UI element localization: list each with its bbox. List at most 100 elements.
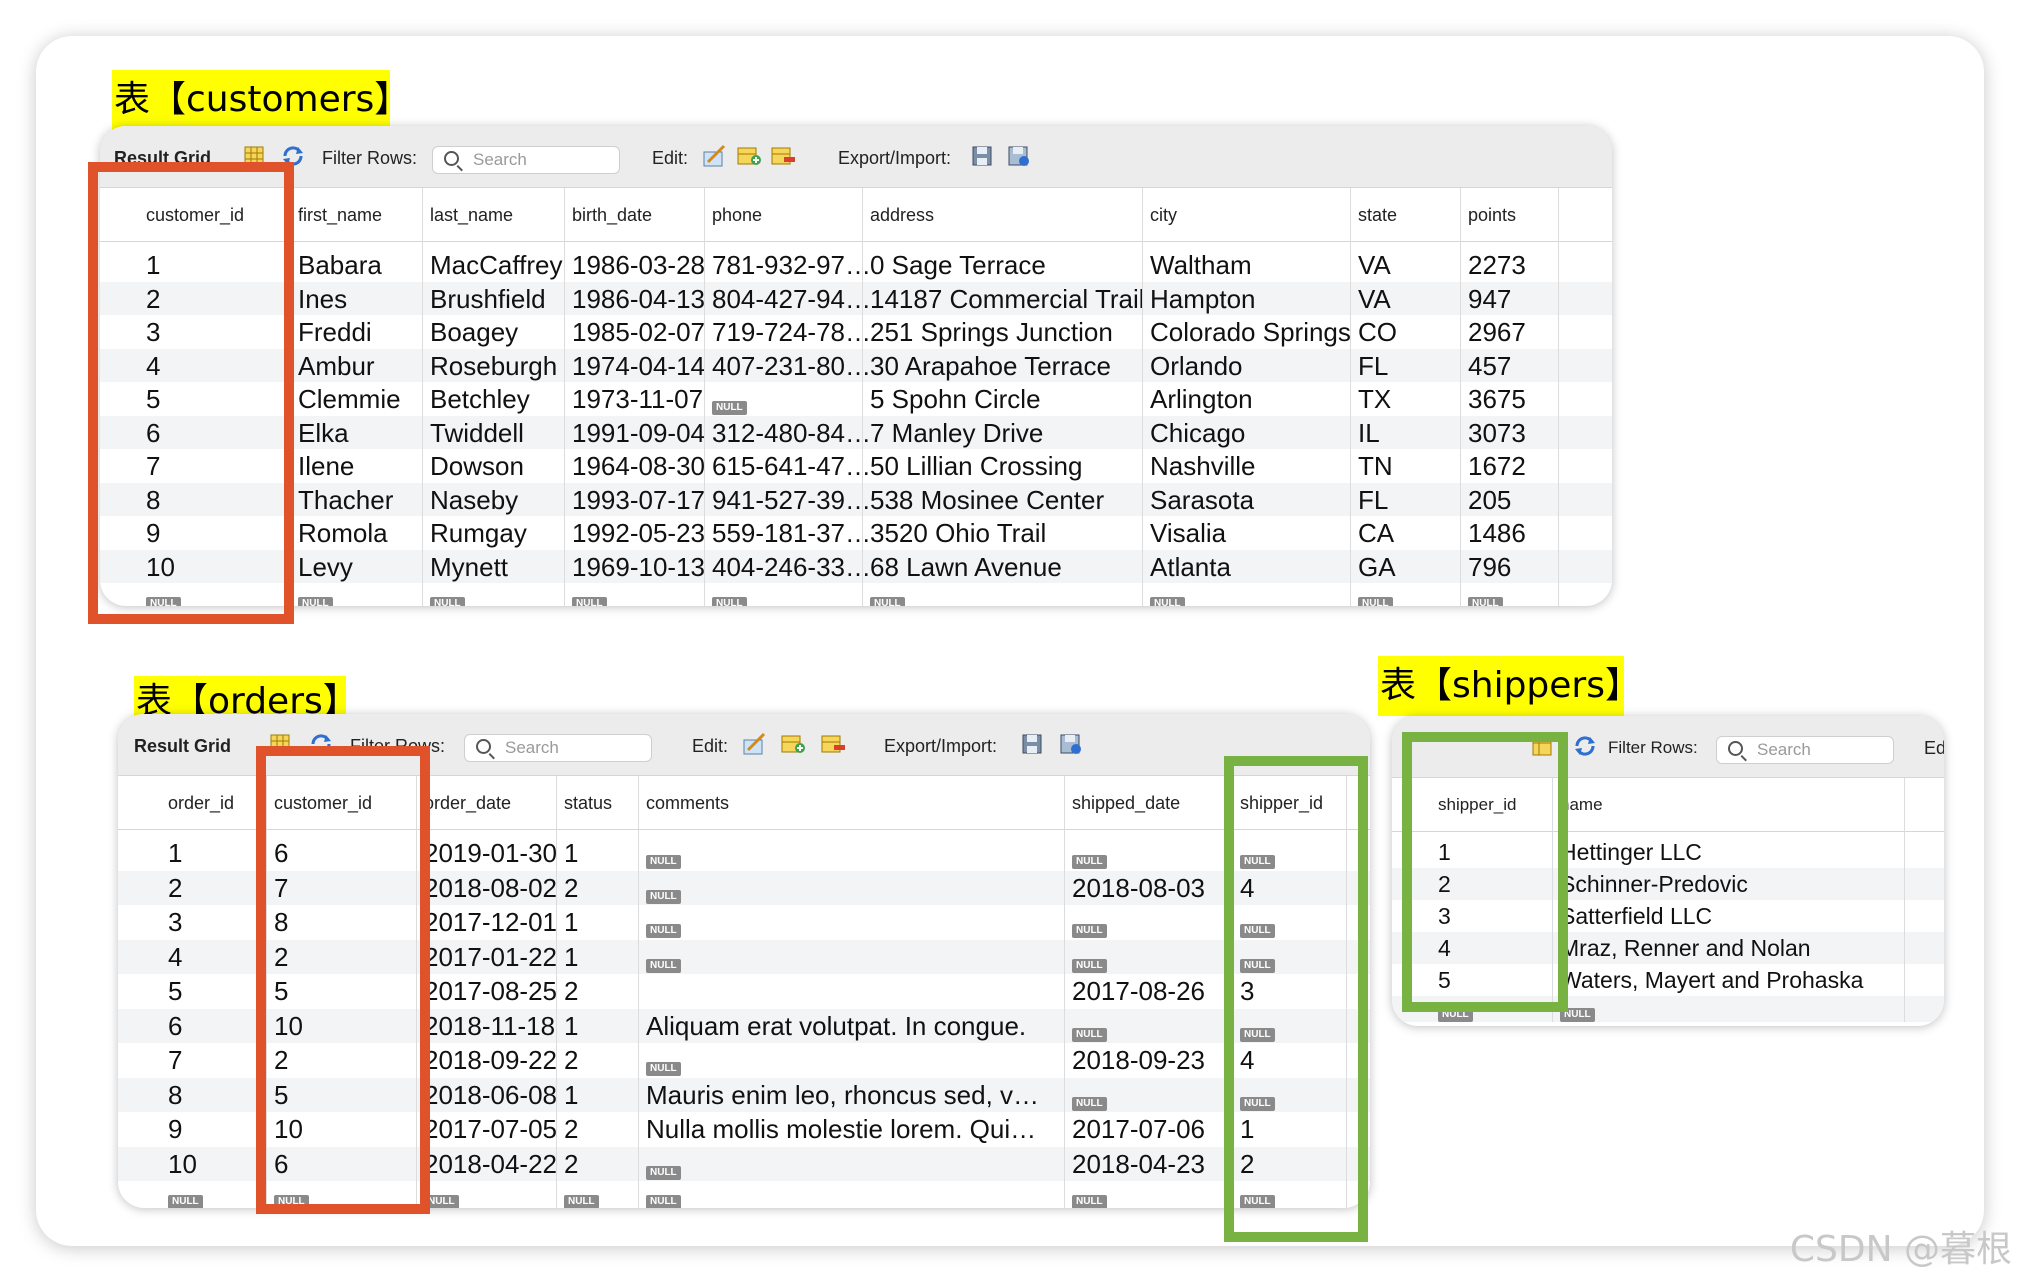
new-row-placeholder[interactable]: NULL NULL NULL NULL NULL NULL NULL NULL NULL bbox=[100, 583, 1612, 606]
column-header-shipped-date[interactable]: shipped_date bbox=[1072, 793, 1180, 814]
table-cell-phone[interactable]: 615-641-47… bbox=[712, 451, 871, 482]
table-cell-first-name[interactable]: Levy bbox=[298, 552, 353, 583]
table-cell-phone[interactable]: 804-427-94… bbox=[712, 284, 871, 315]
table-cell-status[interactable]: 2 bbox=[564, 1045, 578, 1076]
table-cell-last-name[interactable]: Brushfield bbox=[430, 284, 546, 315]
table-cell-order-date[interactable]: 2019-01-30 bbox=[424, 838, 557, 869]
table-cell-status[interactable]: 2 bbox=[564, 976, 578, 1007]
table-cell-name[interactable]: Satterfield LLC bbox=[1560, 903, 1712, 930]
table-cell-birth-date[interactable]: 1991-09-04 bbox=[572, 418, 705, 449]
table-cell-first-name[interactable]: Clemmie bbox=[298, 384, 401, 415]
table-cell-first-name[interactable]: Romola bbox=[298, 518, 388, 549]
table-cell-phone[interactable]: 559-181-37… bbox=[712, 518, 871, 549]
table-cell-birth-date[interactable]: 1993-07-17 bbox=[572, 485, 705, 516]
table-cell-first-name[interactable]: Ilene bbox=[298, 451, 354, 482]
column-header-order-date[interactable]: order_date bbox=[424, 793, 511, 814]
table-cell-phone[interactable]: 781-932-97… bbox=[712, 250, 871, 281]
table-cell-null[interactable]: NULL bbox=[430, 587, 465, 606]
table-cell-address[interactable]: 68 Lawn Avenue bbox=[870, 552, 1062, 583]
table-cell-null[interactable]: NULL bbox=[870, 587, 905, 606]
table-cell-last-name[interactable]: Rumgay bbox=[430, 518, 527, 549]
add-row-icon[interactable] bbox=[780, 732, 806, 756]
table-cell-first-name[interactable]: Babara bbox=[298, 250, 382, 281]
table-cell-last-name[interactable]: Betchley bbox=[430, 384, 530, 415]
table-cell-points[interactable]: 3073 bbox=[1468, 418, 1526, 449]
table-cell-address[interactable]: 0 Sage Terrace bbox=[870, 250, 1046, 281]
refresh-icon[interactable] bbox=[1572, 734, 1598, 758]
table-cell-state[interactable]: TN bbox=[1358, 451, 1393, 482]
table-row[interactable]: 10 Levy Mynett 1969-10-13 404-246-33… 68 Lawn… bbox=[100, 549, 1612, 583]
table-cell-address[interactable]: 251 Springs Junction bbox=[870, 317, 1113, 348]
export-icon[interactable] bbox=[970, 144, 996, 168]
table-cell-phone[interactable]: 941-527-39… bbox=[712, 485, 871, 516]
table-cell-order-date[interactable]: 2017-12-01 bbox=[424, 907, 557, 938]
table-cell-shipped-date[interactable]: 2018-08-03 bbox=[1072, 873, 1205, 904]
table-cell-last-name[interactable]: Naseby bbox=[430, 485, 518, 516]
table-cell-birth-date[interactable]: 1969-10-13 bbox=[572, 552, 705, 583]
edit-row-icon[interactable] bbox=[742, 732, 768, 756]
table-row[interactable]: 5 Clemmie Betchley 1973-11-07 NULL 5 Spohn Ci… bbox=[100, 382, 1612, 416]
column-header-phone[interactable]: phone bbox=[712, 205, 762, 226]
table-cell-phone[interactable]: 407-231-80… bbox=[712, 351, 871, 382]
table-cell-address[interactable]: 50 Lillian Crossing bbox=[870, 451, 1082, 482]
table-cell-address[interactable]: 14187 Commercial Trail bbox=[870, 284, 1145, 315]
table-cell-status[interactable]: 1 bbox=[564, 1080, 578, 1111]
table-cell-status[interactable]: 1 bbox=[564, 838, 578, 869]
table-cell-order-date[interactable]: 2018-04-22 bbox=[424, 1149, 557, 1180]
table-cell-first-name[interactable]: Ines bbox=[298, 284, 347, 315]
table-cell-last-name[interactable]: Boagey bbox=[430, 317, 518, 348]
table-cell-phone[interactable]: 404-246-33… bbox=[712, 552, 871, 583]
table-cell-state[interactable]: IL bbox=[1358, 418, 1380, 449]
table-cell-state[interactable]: CA bbox=[1358, 518, 1394, 549]
table-cell-birth-date[interactable]: 1974-04-14 bbox=[572, 351, 705, 382]
table-cell-comments[interactable]: Aliquam erat volutpat. In congue. bbox=[646, 1011, 1026, 1042]
table-cell-last-name[interactable]: Twiddell bbox=[430, 418, 524, 449]
table-cell-order-id[interactable]: 7 bbox=[168, 1045, 182, 1076]
table-cell-phone[interactable]: 312-480-84… bbox=[712, 418, 871, 449]
table-cell-order-id[interactable]: 1 bbox=[168, 838, 182, 869]
table-cell-order-date[interactable]: 2018-08-02 bbox=[424, 873, 557, 904]
table-cell-status[interactable]: 2 bbox=[564, 1114, 578, 1145]
table-cell-null[interactable]: NULL bbox=[712, 587, 747, 606]
add-row-icon[interactable] bbox=[736, 144, 762, 168]
table-cell-name[interactable]: Mraz, Renner and Nolan bbox=[1560, 935, 1811, 962]
delete-row-icon[interactable] bbox=[820, 732, 846, 756]
table-row[interactable]: 7 Ilene Dowson 1964-08-30 615-641-47… 50 Lill… bbox=[100, 449, 1612, 483]
shippers-search-input[interactable]: Search bbox=[1716, 736, 1894, 764]
result-grid-label[interactable]: Result Grid bbox=[134, 736, 231, 757]
table-cell-last-name[interactable]: Roseburgh bbox=[430, 351, 557, 382]
table-row[interactable]: 3 Freddi Boagey 1985-02-07 719-724-78… 251 Sp… bbox=[100, 315, 1612, 349]
export-icon[interactable] bbox=[1020, 732, 1046, 756]
table-cell-phone[interactable]: 719-724-78… bbox=[712, 317, 871, 348]
column-header-status[interactable]: status bbox=[564, 793, 612, 814]
column-header-city[interactable]: city bbox=[1150, 205, 1177, 226]
table-cell-address[interactable]: 538 Mosinee Center bbox=[870, 485, 1104, 516]
table-cell-points[interactable]: 796 bbox=[1468, 552, 1511, 583]
table-cell-name[interactable]: Hettinger LLC bbox=[1560, 839, 1702, 866]
table-cell-points[interactable]: 2273 bbox=[1468, 250, 1526, 281]
table-cell-points[interactable]: 1486 bbox=[1468, 518, 1526, 549]
column-header-comments[interactable]: comments bbox=[646, 793, 729, 814]
table-cell-order-date[interactable]: 2018-09-22 bbox=[424, 1045, 557, 1076]
table-cell-state[interactable]: TX bbox=[1358, 384, 1391, 415]
table-cell-state[interactable]: VA bbox=[1358, 284, 1391, 315]
table-cell-city[interactable]: Hampton bbox=[1150, 284, 1256, 315]
table-row[interactable]: 1 Babara MacCaffrey 1986-03-28 781-932-97… 0 … bbox=[100, 248, 1612, 282]
table-cell-comments[interactable]: Mauris enim leo, rhoncus sed, v… bbox=[646, 1080, 1039, 1111]
table-row[interactable]: 9 Romola Rumgay 1992-05-23 559-181-37… 3520 O… bbox=[100, 516, 1612, 550]
table-cell-state[interactable]: CO bbox=[1358, 317, 1397, 348]
table-cell-order-id[interactable]: 8 bbox=[168, 1080, 182, 1111]
table-cell-city[interactable]: Orlando bbox=[1150, 351, 1243, 382]
table-cell-last-name[interactable]: Mynett bbox=[430, 552, 508, 583]
table-cell-address[interactable]: 30 Arapahoe Terrace bbox=[870, 351, 1111, 382]
table-cell-first-name[interactable]: Elka bbox=[298, 418, 349, 449]
column-header-birth-date[interactable]: birth_date bbox=[572, 205, 652, 226]
table-cell-shipped-date[interactable]: 2018-09-23 bbox=[1072, 1045, 1205, 1076]
table-cell-last-name[interactable]: MacCaffrey bbox=[430, 250, 562, 281]
table-cell-order-id[interactable]: 5 bbox=[168, 976, 182, 1007]
table-cell-order-id[interactable]: 3 bbox=[168, 907, 182, 938]
table-cell-null[interactable]: NULL bbox=[168, 1185, 203, 1208]
column-header-points[interactable]: points bbox=[1468, 205, 1516, 226]
table-cell-null[interactable]: NULL bbox=[572, 587, 607, 606]
table-row[interactable]: 8 Thacher Naseby 1993-07-17 941-527-39… 538 M… bbox=[100, 482, 1612, 516]
